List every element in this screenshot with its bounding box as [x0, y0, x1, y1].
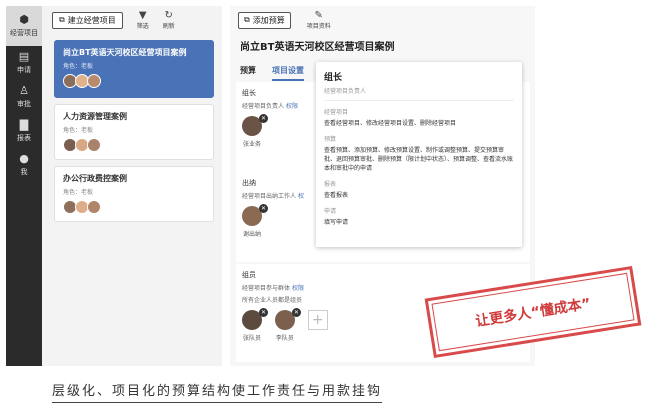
case-role: 角色：老板 [63, 63, 94, 70]
perm-text: 填写申请 [324, 219, 349, 226]
nav-label: 我 [20, 168, 28, 176]
filter-button[interactable]: ▼ 筛选 [136, 9, 149, 30]
case-role: 角色：老板 [63, 127, 94, 134]
case-list-toolbar: ⧉ 建立经营项目 ▼ 筛选 ↻ 刷新 [42, 6, 222, 34]
nav-item-apply[interactable]: ▤ 申请 [6, 46, 42, 80]
add-budget-button[interactable]: ⧉ 添加预算 [238, 11, 291, 29]
remove-icon[interactable]: ✕ [259, 308, 268, 317]
project-toolbar: ⧉ 添加预算 ✎ 项目资料 [230, 6, 535, 34]
member-name: 张队员 [242, 335, 261, 342]
section-desc-text: 经营项目负责人 [242, 103, 285, 110]
perm-heading: 经营项目 [324, 109, 349, 116]
member-name: 张业务 [242, 141, 261, 148]
permission-link[interactable]: 权限 [292, 285, 304, 292]
new-project-button[interactable]: ⧉ 建立经营项目 [52, 11, 123, 29]
project-title: 尚立BT英语天河校区经营项目案例 [240, 42, 395, 53]
case-avatars [63, 200, 205, 214]
cube-icon: ⬢ [19, 13, 29, 26]
case-role: 角色：老板 [63, 189, 94, 196]
new-project-icon: ⧉ [59, 15, 65, 24]
case-card-hr[interactable]: 人力资源管理案例 角色：老板 [54, 104, 214, 160]
member-cashier[interactable]: ✕ 谢出纳 [242, 204, 268, 238]
refresh-label: 刷新 [162, 22, 175, 30]
perm-text: 查看报表 [324, 192, 349, 199]
add-budget-icon: ⧉ [244, 15, 250, 24]
perm-text: 查看经营项目、修改经营项目设置、删除经营项目 [324, 120, 457, 127]
document-icon: ▤ [18, 50, 30, 63]
case-card-tianhe[interactable]: 尚立BT英语天河校区经营项目案例 角色：老板 [54, 40, 214, 98]
perm-heading: 申请 [324, 208, 337, 215]
permission-popover: 组长 经营项目负责人 经营项目 查看经营项目、修改经营项目设置、删除经营项目 预… [316, 62, 522, 247]
permission-link[interactable]: 权限 [286, 103, 298, 110]
nav-item-projects[interactable]: ⬢ 经营项目 [6, 6, 42, 46]
member-name: 李队员 [275, 335, 294, 342]
bar-chart-icon: ▇ [19, 118, 29, 131]
stamp-icon: ♙ [19, 84, 29, 97]
pencil-icon: ✎ [314, 9, 323, 21]
refresh-button[interactable]: ↻ 刷新 [162, 9, 175, 30]
stamp-text: 让更多人“懂成本” [474, 295, 592, 330]
add-member-button[interactable]: + [307, 310, 328, 330]
nav-label: 经营项目 [10, 29, 38, 37]
member-group-1[interactable]: ✕ 张队员 [242, 308, 268, 342]
section-desc-text: 经营项目出纳工作人 [242, 193, 297, 200]
nav-item-reports[interactable]: ▇ 报表 [6, 114, 42, 148]
nav-item-me[interactable]: ● 我 [6, 148, 42, 182]
refresh-icon: ↻ [164, 9, 173, 21]
remove-icon[interactable]: ✕ [259, 204, 268, 213]
project-info-label: 项目资料 [306, 22, 331, 30]
caption: 层级化、项目化的预算结构使工作责任与用款挂钩 [52, 380, 383, 403]
case-list-panel: ⧉ 建立经营项目 ▼ 筛选 ↻ 刷新 尚立BT英语天河校区经营项目案例 角色：老… [42, 6, 222, 366]
section-desc-text: 经营项目参与群体 [242, 285, 291, 292]
case-avatars [63, 74, 205, 88]
perm-heading: 预算 [324, 136, 337, 143]
filter-label: 筛选 [136, 22, 149, 30]
member-group-2[interactable]: ✕ 李队员 [274, 308, 301, 342]
avatar [87, 74, 101, 88]
avatar [87, 138, 101, 152]
nav-item-approve[interactable]: ♙ 审批 [6, 80, 42, 114]
tab-settings[interactable]: 项目设置 [272, 65, 304, 81]
project-info-button[interactable]: ✎ 项目资料 [306, 9, 331, 30]
tab-budget[interactable]: 预算 [240, 65, 256, 81]
user-icon: ● [19, 152, 29, 165]
member-leader[interactable]: ✕ 张业务 [242, 114, 268, 148]
remove-icon[interactable]: ✕ [291, 308, 301, 317]
sidebar: ⬢ 经营项目 ▤ 申请 ♙ 审批 ▇ 报表 ● 我 [6, 6, 42, 366]
case-avatars [63, 138, 205, 152]
section-title: 组员 [242, 271, 256, 279]
permission-link[interactable]: 权 [298, 193, 304, 200]
case-title: 尚立BT英语天河校区经营项目案例 [63, 48, 187, 57]
remove-icon[interactable]: ✕ [259, 114, 268, 123]
nav-label: 报表 [17, 134, 31, 142]
filter-icon: ▼ [138, 9, 147, 21]
popover-title: 组长 [324, 73, 343, 83]
popover-subtitle: 经营项目负责人 [324, 86, 514, 101]
add-budget-label: 添加预算 [252, 15, 285, 25]
case-title: 办公行政费控案例 [63, 174, 127, 183]
new-project-label: 建立经营项目 [67, 15, 116, 25]
nav-label: 申请 [17, 66, 31, 74]
case-title: 人力资源管理案例 [63, 112, 127, 121]
nav-label: 审批 [17, 100, 31, 108]
perm-heading: 报表 [324, 181, 337, 188]
member-name: 谢出纳 [242, 231, 261, 238]
case-card-office[interactable]: 办公行政费控案例 角色：老板 [54, 166, 214, 222]
perm-text: 查看预算、添加预算、修改预算设置、制作或调整预算、提交预算审批、退回预算审批、删… [324, 147, 514, 172]
avatar [87, 200, 101, 214]
